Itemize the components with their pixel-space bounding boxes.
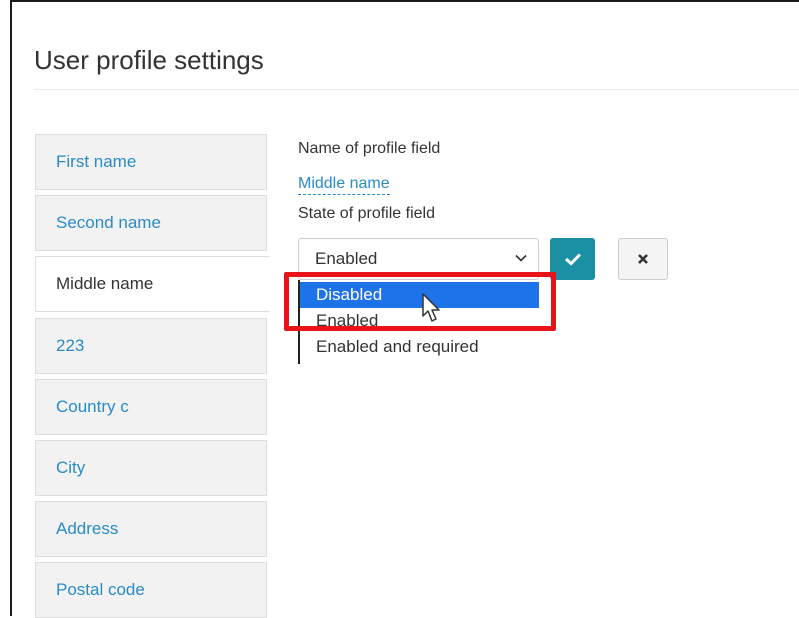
sidebar-item-country[interactable]: Country c bbox=[35, 379, 267, 435]
page-title: User profile settings bbox=[34, 45, 264, 75]
sidebar-item-223[interactable]: 223 bbox=[35, 318, 267, 374]
sidebar-item-address[interactable]: Address bbox=[35, 501, 267, 557]
cancel-button[interactable] bbox=[618, 238, 668, 280]
mouse-cursor-icon bbox=[422, 293, 440, 322]
sidebar-item-label: Address bbox=[56, 519, 119, 538]
sidebar-item-label: 223 bbox=[56, 336, 85, 355]
check-icon bbox=[564, 253, 581, 266]
name-field-value-link[interactable]: Middle name bbox=[298, 174, 390, 195]
sidebar-item-label: First name bbox=[56, 152, 137, 171]
sidebar-item-label: Country c bbox=[56, 397, 129, 416]
state-field-label: State of profile field bbox=[298, 205, 435, 222]
sidebar-item-label: Second name bbox=[56, 213, 161, 232]
state-select-value: Enabled bbox=[315, 249, 378, 268]
confirm-button[interactable] bbox=[550, 238, 595, 280]
sidebar-item-first-name[interactable]: First name bbox=[35, 134, 267, 190]
sidebar-item-middle-name[interactable]: Middle name bbox=[35, 256, 269, 312]
sidebar-item-second-name[interactable]: Second name bbox=[35, 195, 267, 251]
title-divider bbox=[34, 89, 799, 90]
name-field-label: Name of profile field bbox=[298, 140, 441, 157]
sidebar-item-label: Middle name bbox=[56, 274, 154, 293]
chevron-down-icon bbox=[515, 254, 527, 262]
sidebar-item-label: Postal code bbox=[56, 580, 145, 599]
close-icon bbox=[638, 254, 648, 264]
option-enabled-and-required[interactable]: Enabled and required bbox=[300, 334, 539, 360]
sidebar-item-postal-code[interactable]: Postal code bbox=[35, 562, 267, 618]
sidebar-item-label: City bbox=[56, 458, 86, 477]
sidebar-item-city[interactable]: City bbox=[35, 440, 267, 496]
